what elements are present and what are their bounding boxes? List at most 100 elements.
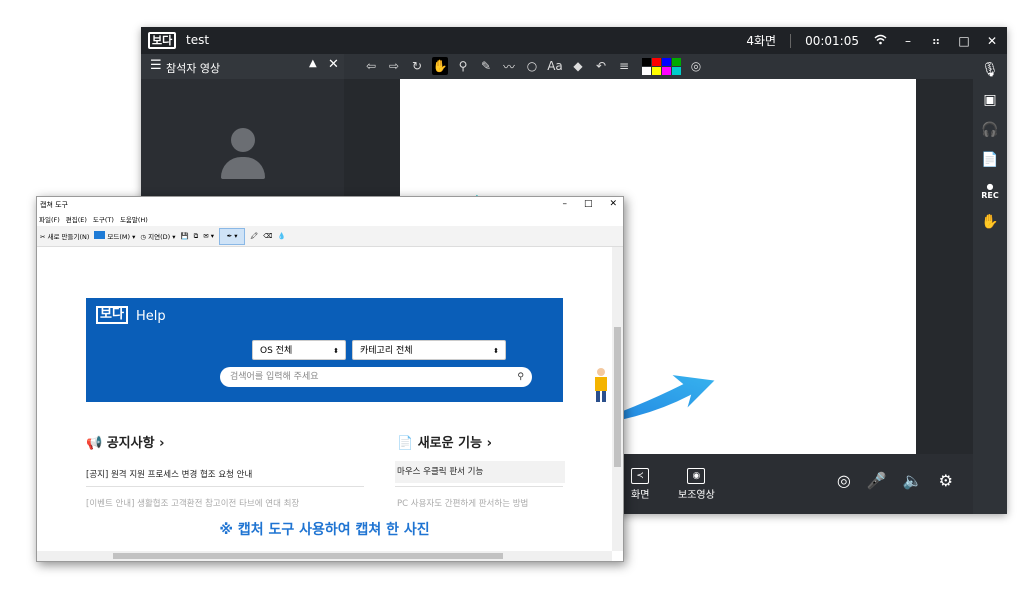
highlighter-icon[interactable]: 🖍 bbox=[250, 232, 258, 240]
new-capture-button[interactable]: ✂ 새로 만들기(N) bbox=[40, 231, 89, 241]
dropdown-icon: ⬍ bbox=[493, 347, 499, 355]
person-illustration bbox=[595, 368, 607, 402]
caption-text: ※ 캡처 도구 사용하여 캡쳐 한 사진 bbox=[37, 509, 612, 551]
menu-icon[interactable]: ☰ bbox=[150, 58, 162, 73]
draw-tools: ⇦ ⇨ ↻ ✋ ⚲ ✎ 〰 ○ Aa ◆ ↶ ≡ ◎ bbox=[363, 57, 704, 75]
fullscreen-icon[interactable]: ⠶ bbox=[929, 34, 943, 48]
color-swatch[interactable] bbox=[642, 66, 651, 75]
color-swatch[interactable] bbox=[652, 66, 661, 75]
text-icon[interactable]: Aa bbox=[547, 57, 563, 75]
horizontal-scrollbar[interactable] bbox=[37, 551, 612, 561]
color-swatch[interactable] bbox=[672, 66, 681, 75]
feature-title[interactable]: 📄 새로운 기능 › bbox=[397, 432, 492, 451]
close-icon[interactable]: ✕ bbox=[985, 34, 999, 48]
notice-item[interactable]: [공지] 원격 지원 프로세스 변경 협조 요청 안내 bbox=[86, 468, 252, 480]
save-icon[interactable]: 💾 bbox=[181, 232, 189, 240]
minimize-icon[interactable]: – bbox=[562, 199, 567, 209]
scrollbar-thumb[interactable] bbox=[614, 327, 621, 467]
title-bar-controls: 4화면 00:01:05 – ⠶ □ ✕ bbox=[746, 32, 999, 49]
send-icon[interactable]: ✉ ▾ bbox=[203, 232, 214, 240]
settings-icon[interactable]: ⚙ bbox=[939, 471, 953, 490]
maximize-icon[interactable]: □ bbox=[584, 199, 593, 209]
close-panel-icon[interactable]: ✕ bbox=[328, 57, 339, 72]
color-swatch[interactable] bbox=[672, 57, 681, 66]
feature-item[interactable]: 마우스 우클릭 판서 기능 bbox=[395, 461, 565, 483]
layout-icon[interactable]: ▣ bbox=[983, 92, 996, 108]
raise-hand-icon[interactable]: ✋ bbox=[981, 214, 998, 230]
microphone-icon[interactable]: 🎤 bbox=[867, 471, 887, 490]
participant-panel-label: 참석자 영상 bbox=[166, 62, 221, 75]
close-icon[interactable]: ✕ bbox=[609, 199, 617, 209]
category-select[interactable]: 카테고리 전체 ⬍ bbox=[352, 340, 506, 360]
app-logo: 보다 bbox=[148, 32, 177, 49]
zoom-icon[interactable]: ⚲ bbox=[455, 57, 471, 75]
vertical-scrollbar[interactable] bbox=[612, 247, 623, 551]
delay-button[interactable]: ◷ 지연(D) ▾ bbox=[140, 231, 175, 241]
color-swatch[interactable] bbox=[662, 66, 671, 75]
record-button[interactable]: ● REC bbox=[981, 182, 999, 200]
copy-icon[interactable]: ⧉ bbox=[194, 232, 199, 241]
screen-label: 화면 bbox=[631, 490, 650, 501]
rotate-icon[interactable]: ↻ bbox=[409, 57, 425, 75]
undo-icon[interactable]: ↶ bbox=[593, 57, 609, 75]
scrollbar-thumb[interactable] bbox=[113, 553, 503, 559]
menu-help[interactable]: 도움말(H) bbox=[120, 214, 148, 224]
av-controls: ◎ 🎤 🔈 ⚙ bbox=[837, 471, 953, 490]
document-icon[interactable]: 📄 bbox=[981, 152, 998, 168]
search-icon: ⚲ bbox=[517, 372, 524, 382]
notice-title[interactable]: 📢 공지사항 › bbox=[86, 432, 164, 451]
avatar-body bbox=[221, 157, 265, 179]
capture-window-title: 캡쳐 도구 bbox=[40, 201, 68, 209]
pen-icon[interactable]: ✒ ▾ bbox=[219, 227, 246, 245]
mic-all-icon[interactable]: 🎙 bbox=[981, 62, 999, 78]
participant-panel-header: ☰ 참석자 영상 ▲ ✕ bbox=[141, 54, 344, 79]
search-input[interactable]: 검색어를 입력해 주세요 ⚲ bbox=[220, 367, 532, 387]
color-swatch[interactable] bbox=[642, 57, 651, 66]
color-swatch[interactable] bbox=[652, 57, 661, 66]
sub-video-button[interactable]: ◉ 보조영상 bbox=[678, 468, 715, 501]
paint-icon[interactable]: 💧 bbox=[278, 232, 286, 240]
help-title: Help bbox=[136, 309, 166, 324]
meeting-timer: 00:01:05 bbox=[805, 33, 859, 48]
sub-video-label: 보조영상 bbox=[678, 490, 715, 501]
speaker-icon[interactable]: 🔈 bbox=[903, 471, 923, 490]
menu-edit[interactable]: 편집(E) bbox=[66, 214, 87, 224]
freehand-icon[interactable]: 〰 bbox=[501, 57, 517, 75]
color-palette[interactable] bbox=[642, 57, 681, 75]
right-sidebar: 🎙 ▣ 🎧 📄 ● REC ✋ bbox=[973, 54, 1007, 514]
capture-toolbar: ✂ 새로 만들기(N) 모드(M) ▾ ◷ 지연(D) ▾ 💾 ⧉ ✉ ▾ ✒ … bbox=[37, 226, 623, 247]
dropdown-icon: ⬍ bbox=[333, 347, 339, 355]
mode-button[interactable]: 모드(M) ▾ bbox=[94, 231, 135, 241]
shape-icon[interactable]: ○ bbox=[524, 57, 540, 75]
maximize-icon[interactable]: □ bbox=[957, 34, 971, 48]
wifi-icon[interactable] bbox=[873, 34, 887, 48]
screen-share-button[interactable]: ≺ 화면 bbox=[631, 468, 649, 501]
divider bbox=[790, 33, 792, 48]
notice-item-2[interactable]: [이벤트 안내] 생활협조 고객환전 참고이전 타브에 연대 최장 bbox=[86, 497, 299, 509]
capture-tool-window: 캡쳐 도구 – □ ✕ 파일(F) 편집(E) 도구(T) 도움말(H) ✂ 새… bbox=[36, 196, 624, 562]
capture-window-controls: – □ ✕ bbox=[562, 199, 617, 209]
camera-icon[interactable]: ◎ bbox=[837, 471, 851, 490]
divider bbox=[86, 486, 364, 487]
menu-file[interactable]: 파일(F) bbox=[39, 214, 60, 224]
hand-icon[interactable]: ✋ bbox=[432, 57, 448, 75]
eraser-icon[interactable]: ⌫ bbox=[263, 232, 272, 240]
layout-label[interactable]: 4화면 bbox=[746, 32, 776, 49]
headset-icon[interactable]: 🎧 bbox=[981, 122, 998, 138]
color-picker-icon[interactable]: ◎ bbox=[688, 57, 704, 75]
undo-arrow-icon[interactable]: ⇦ bbox=[363, 57, 379, 75]
menu-tools[interactable]: 도구(T) bbox=[93, 214, 114, 224]
redo-arrow-icon[interactable]: ⇨ bbox=[386, 57, 402, 75]
sub-video-icon: ◉ bbox=[687, 468, 706, 484]
minimize-icon[interactable]: – bbox=[901, 34, 915, 48]
eraser-icon[interactable]: ◆ bbox=[570, 57, 586, 75]
title-bar: 보다 test 4화면 00:01:05 – ⠶ □ ✕ bbox=[141, 27, 1007, 54]
os-select[interactable]: OS 전체 ⬍ bbox=[252, 340, 346, 360]
meeting-title: test bbox=[186, 33, 210, 47]
line-width-icon[interactable]: ≡ bbox=[616, 57, 632, 75]
capture-title-bar: 캡쳐 도구 – □ ✕ bbox=[37, 197, 623, 214]
pen-icon[interactable]: ✎ bbox=[478, 57, 494, 75]
color-swatch[interactable] bbox=[662, 57, 671, 66]
feature-item-2[interactable]: PC 사용자도 간편하게 판서하는 방법 bbox=[397, 497, 528, 509]
pin-icon[interactable]: ▲ bbox=[309, 58, 317, 69]
